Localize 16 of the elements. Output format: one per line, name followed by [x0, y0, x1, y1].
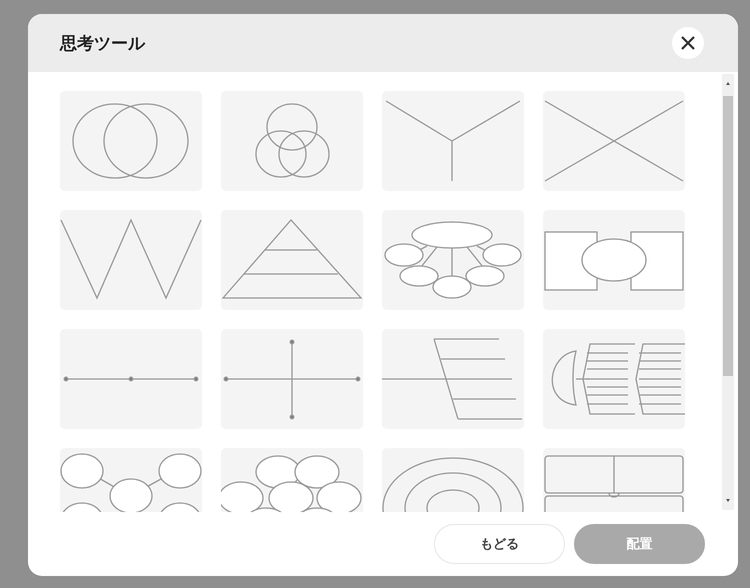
tool-tile[interactable] [221, 210, 363, 310]
close-icon [680, 35, 696, 51]
tool-tile[interactable] [382, 329, 524, 429]
tool-tile[interactable] [543, 210, 685, 310]
tool-tile[interactable] [60, 91, 202, 191]
back-button[interactable]: もどる [434, 524, 565, 564]
tool-tile[interactable] [382, 91, 524, 191]
tool-tile[interactable] [221, 91, 363, 191]
tool-tile[interactable] [543, 329, 685, 429]
tool-tile[interactable] [382, 210, 524, 310]
tool-tile[interactable] [221, 329, 363, 429]
tool-tile[interactable] [60, 210, 202, 310]
tool-tile[interactable] [543, 91, 685, 191]
tool-tile[interactable] [60, 329, 202, 429]
close-button[interactable] [672, 27, 704, 59]
dialog-title: 思考ツール [60, 32, 145, 54]
